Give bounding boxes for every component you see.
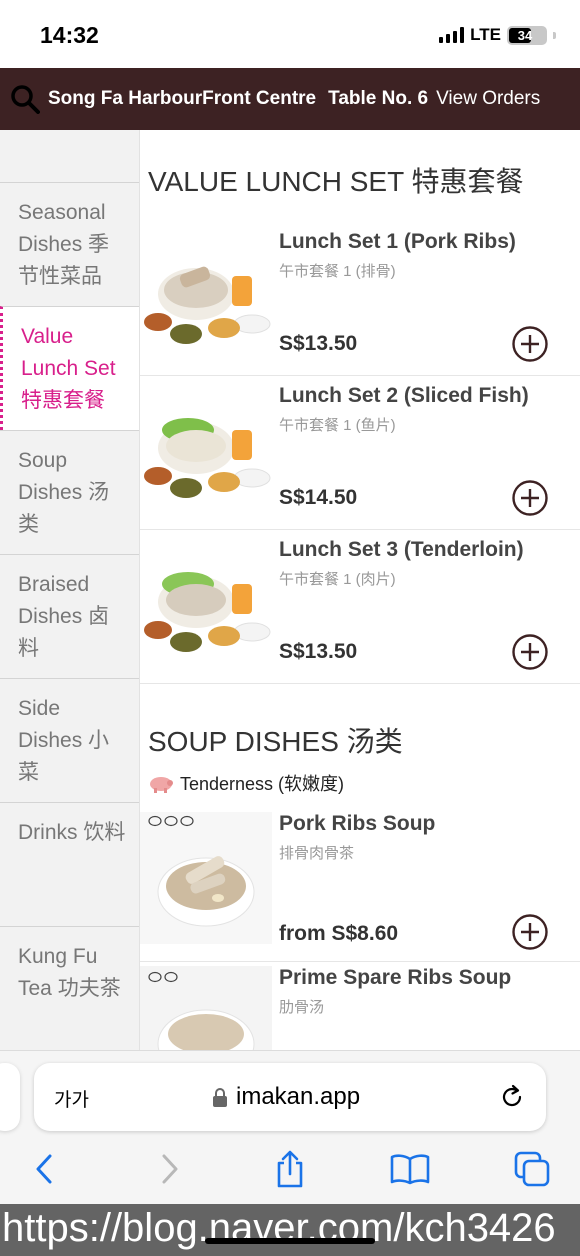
url-domain: imakan.app — [236, 1083, 361, 1110]
lock-icon — [212, 1087, 228, 1107]
battery-level: 34 — [517, 27, 533, 43]
sidebar-item-braised[interactable]: Braised Dishes 卤料 — [0, 554, 139, 678]
pork-ribs-soup-image — [140, 812, 272, 944]
sidebar-item-soup[interactable]: Soup Dishes 汤类 — [0, 430, 139, 554]
back-icon[interactable] — [24, 1149, 64, 1189]
add-icon[interactable] — [512, 634, 548, 670]
sidebar-item-label: Side Dishes 小菜 — [18, 697, 110, 784]
menu-item[interactable]: Lunch Set 1 (Pork Ribs) 午市套餐 1 (排骨) S$13… — [140, 222, 580, 376]
item-subtitle: 午市套餐 1 (排骨) — [279, 263, 396, 280]
item-name: Prime Spare Ribs Soup — [279, 966, 512, 989]
item-price: S$14.50 — [279, 486, 358, 509]
sidebar-item-side[interactable]: Side Dishes 小菜 — [0, 678, 139, 802]
menu-item[interactable]: Lunch Set 3 (Tenderloin) 午市套餐 1 (肉片) S$1… — [140, 530, 580, 684]
status-indicators: LTE 34 — [439, 25, 556, 45]
table-number: Table No. 6 — [328, 88, 429, 109]
section-title-soup: SOUP DISHES 汤类 — [148, 726, 403, 757]
status-bar: 14:32 LTE 34 — [0, 0, 580, 68]
lunch-set-3-image — [140, 540, 272, 672]
category-sidebar: Seasonal Dishes 季节性菜品 Value Lunch Set 特惠… — [0, 130, 140, 1050]
reload-icon[interactable] — [498, 1083, 526, 1111]
menu-list: VALUE LUNCH SET 特惠套餐 Lunch Set 1 (Pork R… — [140, 130, 580, 1050]
item-subtitle: 排骨肉骨茶 — [279, 845, 355, 862]
item-name: Lunch Set 1 (Pork Ribs) — [279, 230, 516, 253]
lunch-set-1-image — [140, 232, 272, 364]
sidebar-item-drinks[interactable]: Drinks 饮料 — [0, 802, 139, 926]
item-subtitle: 午市套餐 1 (肉片) — [279, 571, 396, 588]
sidebar-item-label: Value Lunch Set 特惠套餐 — [21, 325, 116, 412]
item-name: Pork Ribs Soup — [279, 812, 436, 835]
item-subtitle: 午市套餐 1 (鱼片) — [279, 417, 396, 434]
item-price: from S$8.60 — [279, 922, 399, 945]
share-icon[interactable] — [270, 1149, 310, 1189]
item-subtitle: 肋骨汤 — [279, 999, 325, 1016]
sidebar-item-label: Seasonal Dishes 季节性菜品 — [18, 201, 110, 288]
sidebar-item-kung-fu-tea[interactable]: Kung Fu Tea 功夫茶 — [0, 926, 139, 1050]
tabs-icon[interactable] — [512, 1149, 552, 1189]
browser-toolbar: 가가 imakan.app — [0, 1050, 580, 1204]
search-icon[interactable] — [8, 82, 42, 116]
page-settings-button[interactable]: 가가 — [54, 1085, 89, 1112]
add-icon[interactable] — [512, 914, 548, 950]
tenderness-legend: Tenderness (软嫩度) — [148, 770, 344, 796]
sidebar-item-label: Braised Dishes 卤料 — [18, 573, 110, 660]
item-price: S$13.50 — [279, 640, 358, 663]
add-icon[interactable] — [512, 326, 548, 362]
store-name: Song Fa HarbourFront Centre — [48, 88, 317, 109]
sidebar-item-label: Soup Dishes 汤类 — [18, 449, 110, 536]
menu-item[interactable]: Lunch Set 2 (Sliced Fish) 午市套餐 1 (鱼片) S$… — [140, 376, 580, 530]
item-name: Lunch Set 3 (Tenderloin) — [279, 538, 524, 561]
signal-icon — [439, 27, 465, 43]
network-label: LTE — [470, 25, 501, 44]
bookmarks-icon[interactable] — [390, 1149, 430, 1189]
address-bar[interactable]: 가가 imakan.app — [34, 1063, 546, 1131]
tenderness-label: Tenderness (软嫩度) — [180, 774, 345, 794]
item-price: S$13.50 — [279, 332, 358, 355]
tenderness-rating — [148, 814, 196, 831]
menu-item[interactable]: Pork Ribs Soup 排骨肉骨茶 from S$8.60 — [140, 808, 580, 962]
add-icon[interactable] — [512, 480, 548, 516]
forward-icon[interactable] — [150, 1149, 190, 1189]
lunch-set-2-image — [140, 386, 272, 518]
menu-item[interactable]: Prime Spare Ribs Soup 肋骨汤 — [140, 964, 580, 1050]
sidebar-item-label: Kung Fu Tea 功夫茶 — [18, 945, 121, 1000]
previous-tab-stub[interactable] — [0, 1063, 20, 1131]
view-orders-link[interactable]: View Orders — [436, 88, 540, 110]
sidebar-item-value-lunch-set[interactable]: Value Lunch Set 特惠套餐 — [0, 306, 139, 430]
battery-icon: 34 — [507, 25, 547, 45]
home-indicator — [205, 1238, 375, 1244]
item-name: Lunch Set 2 (Sliced Fish) — [279, 384, 529, 407]
sidebar-item-label: Drinks 饮料 — [18, 821, 126, 844]
pig-icon — [150, 777, 173, 793]
sidebar-item-seasonal[interactable]: Seasonal Dishes 季节性菜品 — [0, 182, 139, 306]
section-title-value-lunch: VALUE LUNCH SET 特惠套餐 — [148, 166, 524, 197]
app-header: Song Fa HarbourFront Centre Table No. 6 … — [0, 68, 580, 130]
tenderness-rating — [148, 970, 180, 987]
status-time: 14:32 — [40, 22, 99, 48]
watermark: https://blog.naver.com/kch3426 — [0, 1204, 580, 1256]
